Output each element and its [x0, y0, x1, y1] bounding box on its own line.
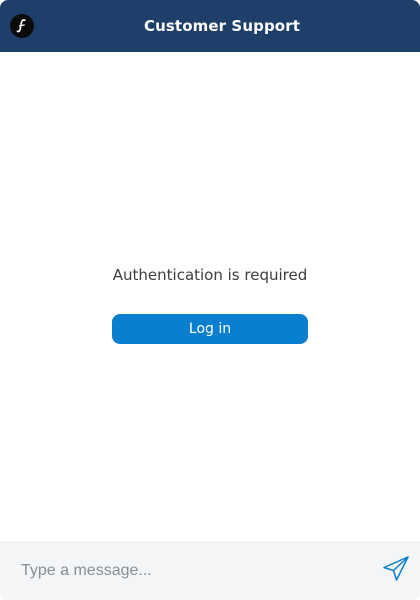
- brand-logo-icon: [10, 14, 34, 38]
- message-input[interactable]: [14, 553, 371, 589]
- header-title: Customer Support: [144, 17, 300, 35]
- chat-body: Authentication is required Log in: [0, 52, 420, 542]
- send-icon: [381, 554, 411, 587]
- auth-required-message: Authentication is required: [112, 266, 308, 284]
- message-composer: [0, 542, 420, 600]
- chat-widget: Customer Support Authentication is requi…: [0, 0, 420, 600]
- login-button[interactable]: Log in: [112, 314, 308, 344]
- chat-header: Customer Support: [0, 0, 420, 52]
- send-button[interactable]: [378, 553, 414, 587]
